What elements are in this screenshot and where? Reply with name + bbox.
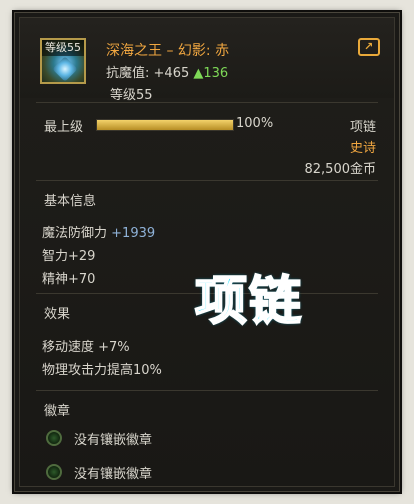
magic-defense-label: 魔法防御力 <box>42 226 108 241</box>
spirit-stat: 精神+70 <box>42 272 96 287</box>
emblems-title: 徽章 <box>44 404 71 419</box>
share-button[interactable]: ↗ <box>358 38 380 56</box>
emblem-slot-icon <box>46 430 62 446</box>
effect-item: 物理攻击力提高10% <box>42 363 162 378</box>
item-icon: 等级55 <box>40 38 86 84</box>
resist-amount: +465 <box>153 66 190 81</box>
resist-bonus: ▲136 <box>193 66 229 81</box>
emblem-slot[interactable]: 没有镶嵌徽章 <box>46 428 152 448</box>
effect-item: 移动速度 +7% <box>42 340 130 355</box>
gem-icon <box>52 56 78 82</box>
upgrade-progress-bar <box>96 119 234 131</box>
upgrade-label: 最上级 <box>44 120 84 135</box>
item-price: 82,500金币 <box>304 162 377 177</box>
item-type: 项链 <box>349 120 376 135</box>
effects-title: 效果 <box>44 307 71 322</box>
divider <box>36 180 378 181</box>
emblem-slot-label: 没有镶嵌徽章 <box>74 466 153 482</box>
intelligence-stat: 智力+29 <box>42 249 96 264</box>
item-header: 等级55 深海之王 – 幻影: 赤 抗魔值: +465 ▲136 等级55 ↗ <box>20 18 394 103</box>
resist-value: 抗魔值: +465 ▲136 <box>106 62 228 81</box>
overlay-caption: 项链 <box>194 271 304 333</box>
emblem-slot-label: 没有镶嵌徽章 <box>74 432 153 448</box>
divider <box>36 102 378 103</box>
divider <box>36 390 378 391</box>
magic-defense-value: +1939 <box>111 226 156 241</box>
item-level-tag: 等级55 <box>42 40 84 56</box>
upgrade-progress-fill <box>97 120 233 130</box>
emblem-slot[interactable]: 没有镶嵌徽章 <box>46 462 152 482</box>
item-title: 深海之王 – 幻影: 赤 <box>106 43 230 59</box>
item-level: 等级55 <box>110 88 153 103</box>
basic-info-title: 基本信息 <box>44 194 97 209</box>
upgrade-percent: 100% <box>236 116 274 131</box>
item-tooltip: 等级55 深海之王 – 幻影: 赤 抗魔值: +465 ▲136 等级55 ↗ … <box>14 12 400 492</box>
tooltip-inner: 等级55 深海之王 – 幻影: 赤 抗魔值: +465 ▲136 等级55 ↗ … <box>19 17 395 487</box>
magic-defense-stat: 魔法防御力 +1939 <box>42 222 155 241</box>
share-icon: ↗ <box>364 40 374 53</box>
item-rarity: 史诗 <box>349 141 376 156</box>
emblem-slot-icon <box>46 464 62 480</box>
resist-label: 抗魔值: <box>106 66 150 81</box>
